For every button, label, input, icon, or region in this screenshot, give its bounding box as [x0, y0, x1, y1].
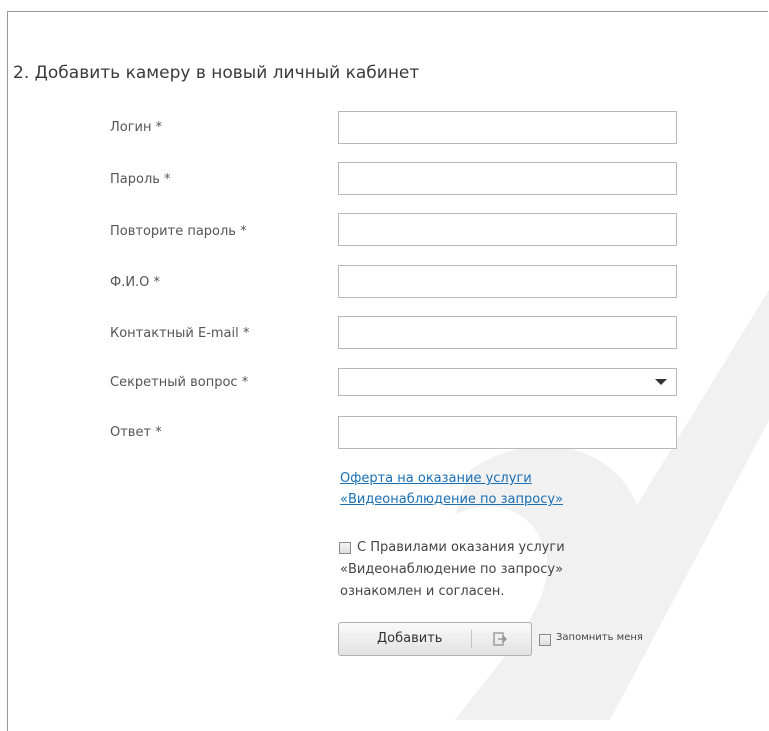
- secret-question-select[interactable]: [338, 368, 677, 396]
- remember-me-label: Запомнить меня: [556, 632, 643, 643]
- agree-text-line2: «Видеонаблюдение по запросу»: [340, 562, 564, 577]
- answer-input[interactable]: [338, 416, 677, 449]
- agree-checkbox[interactable]: [339, 542, 351, 554]
- password-label: Пароль *: [110, 172, 171, 187]
- agree-text-line3: ознакомлен и согласен.: [340, 584, 505, 599]
- full-name-input[interactable]: [338, 265, 677, 298]
- email-input[interactable]: [338, 316, 677, 349]
- section-title: 2. Добавить камеру в новый личный кабине…: [13, 63, 420, 83]
- add-button-divider: [471, 630, 472, 648]
- offer-link-line2[interactable]: «Видеонаблюдение по запросу»: [340, 492, 563, 507]
- agree-text-line1: С Правилами оказания услуги: [357, 540, 565, 555]
- repeat-password-input[interactable]: [338, 213, 677, 246]
- email-label: Контактный E-mail *: [110, 326, 250, 341]
- offer-link-line1[interactable]: Оферта на оказание услуги: [340, 471, 532, 486]
- chevron-down-icon: [655, 379, 667, 385]
- full-name-label: Ф.И.О *: [110, 275, 161, 290]
- repeat-password-label: Повторите пароль *: [110, 224, 247, 239]
- exit-icon: [493, 632, 507, 646]
- login-label: Логин *: [110, 120, 163, 135]
- add-button-label: Добавить: [377, 631, 443, 646]
- secret-question-label: Секретный вопрос *: [110, 375, 249, 390]
- login-input[interactable]: [338, 111, 677, 144]
- remember-me-checkbox[interactable]: [539, 634, 551, 646]
- answer-label: Ответ *: [110, 425, 162, 440]
- add-button[interactable]: Добавить: [338, 622, 532, 656]
- password-input[interactable]: [338, 162, 677, 195]
